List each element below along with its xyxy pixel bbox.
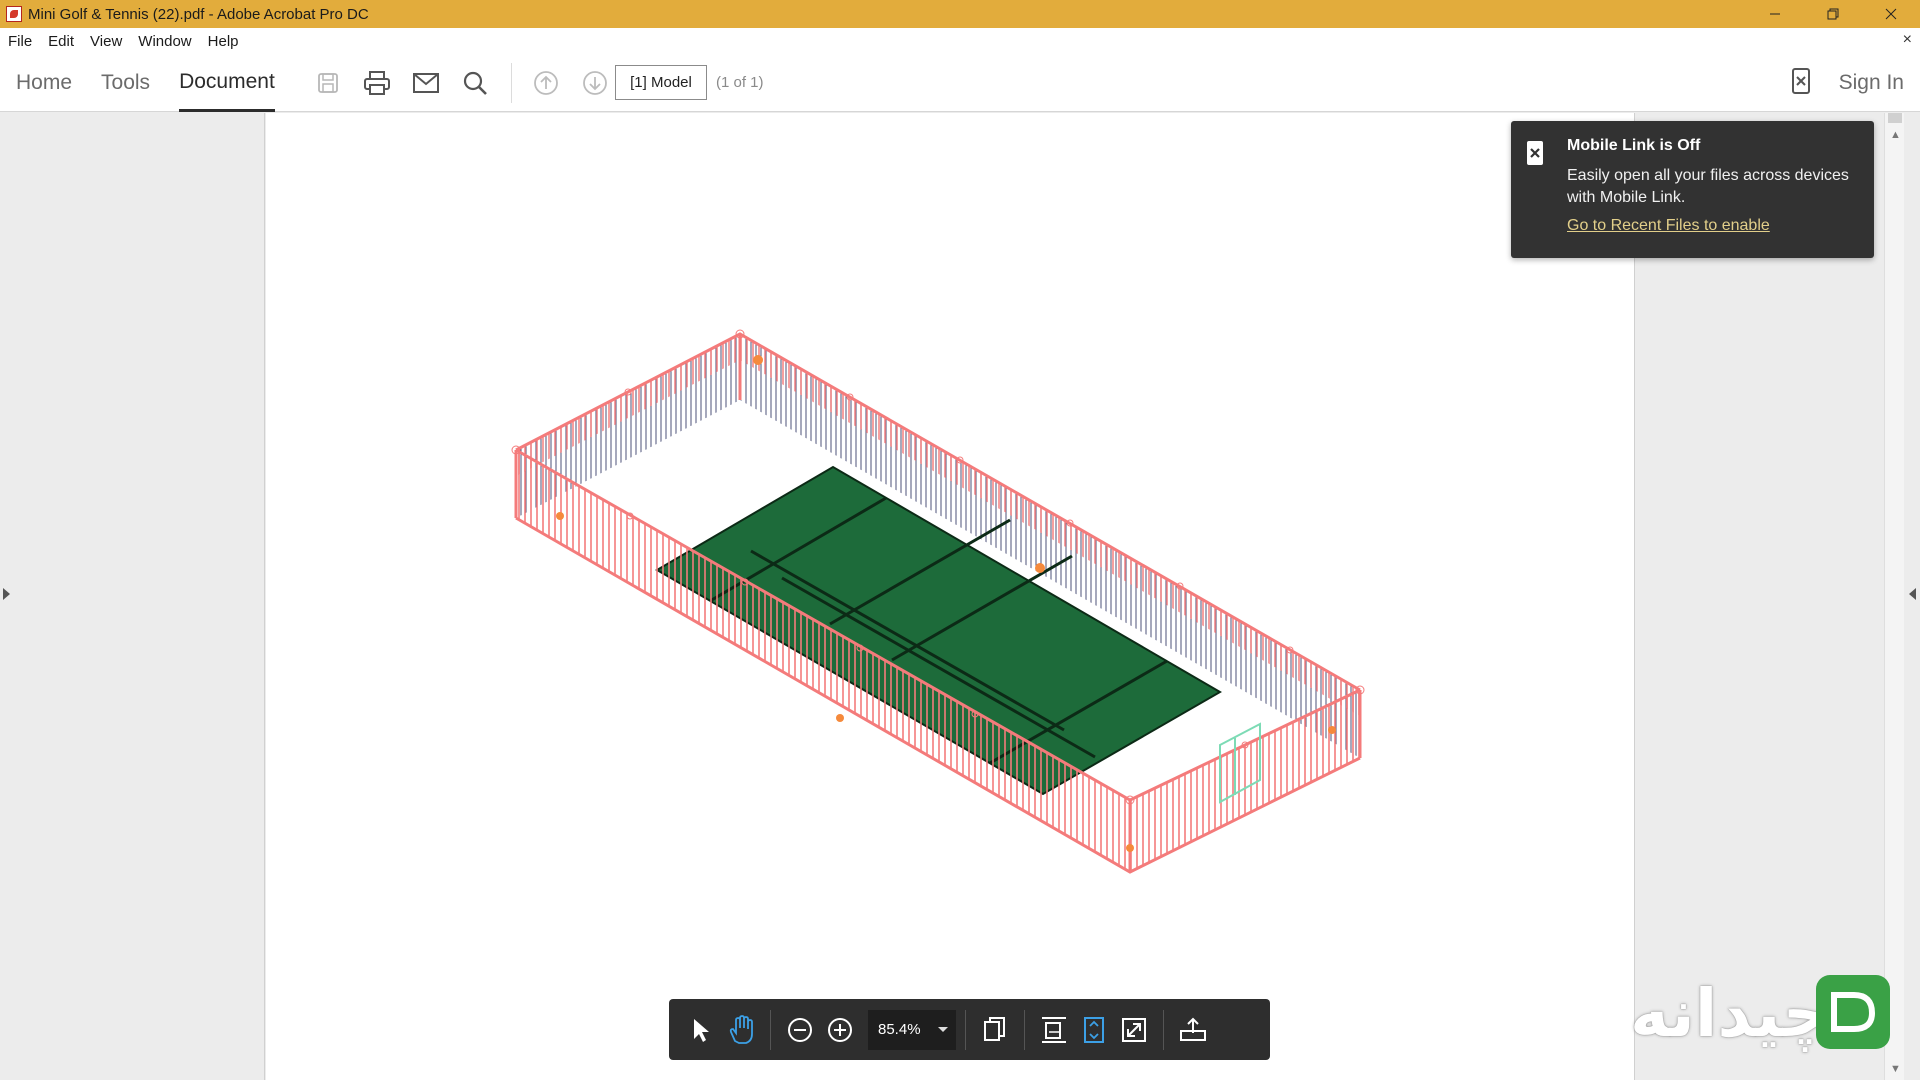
floating-separator (965, 1009, 966, 1050)
page-up-icon[interactable] (528, 65, 564, 101)
fit-width-icon[interactable] (1034, 1010, 1074, 1050)
close-document-icon[interactable]: × (1903, 31, 1912, 49)
mobile-link-off-icon (1525, 139, 1545, 172)
window-controls (1746, 0, 1920, 28)
page-count: (1 of 1) (716, 74, 764, 91)
menu-window[interactable]: Window (130, 33, 199, 50)
fit-page-icon[interactable] (1074, 1010, 1114, 1050)
tab-bar: Home Tools Document (16, 54, 304, 112)
page-number-field[interactable]: [1] Model (615, 65, 707, 100)
tool-icons (310, 54, 626, 112)
floating-separator (1163, 1009, 1164, 1050)
share-icon[interactable] (1173, 1010, 1213, 1050)
mobile-link-icon[interactable] (1791, 67, 1811, 100)
page-down-icon[interactable] (577, 65, 613, 101)
tennis-court-drawing (511, 329, 1365, 874)
select-arrow-icon[interactable] (681, 1010, 721, 1050)
mobile-link-toast: Mobile Link is Off Easily open all your … (1511, 121, 1874, 258)
email-icon[interactable] (408, 65, 444, 101)
tab-home[interactable]: Home (16, 54, 72, 112)
scrollbar-thumb[interactable] (1888, 113, 1902, 123)
toolbar-separator (511, 63, 512, 103)
expand-left-pane-icon[interactable] (3, 588, 10, 600)
hand-icon[interactable] (721, 1010, 761, 1050)
site-watermark: چیدانه (1630, 975, 1890, 1052)
tab-document[interactable]: Document (179, 54, 275, 112)
menu-view[interactable]: View (82, 33, 130, 50)
title-bar: Mini Golf & Tennis (22).pdf - Adobe Acro… (0, 0, 1920, 28)
zoom-out-icon[interactable] (780, 1010, 820, 1050)
restore-button[interactable] (1804, 0, 1862, 28)
save-icon[interactable] (310, 65, 346, 101)
vertical-scrollbar[interactable]: ▲ ▼ (1884, 113, 1904, 1080)
right-pane (1634, 113, 1884, 1080)
watermark-text: چیدانه (1630, 975, 1831, 1052)
menu-file[interactable]: File (0, 33, 40, 50)
expand-right-pane-icon[interactable] (1909, 588, 1916, 600)
close-button[interactable] (1862, 0, 1920, 28)
print-icon[interactable] (359, 65, 395, 101)
sign-in-link[interactable]: Sign In (1839, 71, 1904, 95)
recent-files-link[interactable]: Go to Recent Files to enable (1567, 217, 1770, 235)
floating-separator (1024, 1009, 1025, 1050)
search-icon[interactable] (457, 65, 493, 101)
fullscreen-icon[interactable] (1114, 1010, 1154, 1050)
main-toolbar: Home Tools Document [1] Model (1 of 1) S… (0, 54, 1920, 112)
menu-edit[interactable]: Edit (40, 33, 82, 50)
acrobat-app-icon (6, 6, 22, 22)
zoom-level-dropdown[interactable]: 85.4% (868, 1009, 956, 1050)
scroll-down-arrow-icon[interactable]: ▼ (1890, 1063, 1901, 1075)
toast-body: Easily open all your files across device… (1567, 167, 1849, 206)
sign-in-area: Sign In (1791, 54, 1904, 112)
floating-page-toolbar: 85.4% (669, 999, 1270, 1060)
page-mode-icon[interactable] (975, 1010, 1015, 1050)
menu-help[interactable]: Help (200, 33, 247, 50)
menu-bar: File Edit View Window Help × (0, 28, 1920, 54)
toast-title: Mobile Link is Off (1567, 137, 1701, 154)
watermark-logo-icon (1816, 975, 1890, 1049)
zoom-value: 85.4% (878, 1021, 921, 1038)
chevron-down-icon (938, 1027, 948, 1032)
zoom-in-icon[interactable] (820, 1010, 860, 1050)
floating-separator (770, 1009, 771, 1050)
left-navigation-pane (0, 113, 265, 1080)
tab-tools[interactable]: Tools (101, 54, 150, 112)
window-title: Mini Golf & Tennis (22).pdf - Adobe Acro… (28, 5, 369, 23)
minimize-button[interactable] (1746, 0, 1804, 28)
scroll-up-arrow-icon[interactable]: ▲ (1890, 129, 1901, 141)
